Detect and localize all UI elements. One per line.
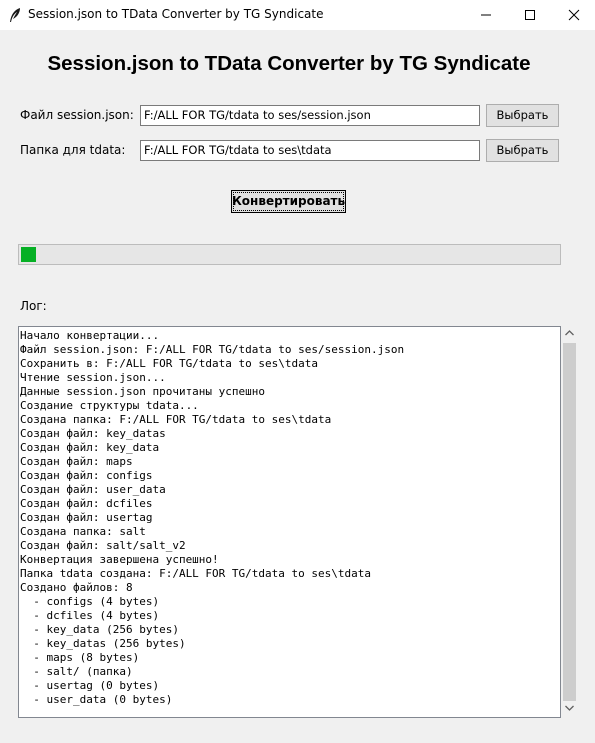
log-line: Создано файлов: 8 (20, 581, 133, 594)
log-line: Сохранить в: F:/ALL FOR TG/tdata to ses\… (20, 357, 319, 370)
scroll-down-icon[interactable] (565, 705, 574, 711)
log-scrollbar[interactable] (561, 326, 578, 718)
browse-tdata-button[interactable]: Выбрать (486, 139, 559, 162)
scrollbar-thumb[interactable] (563, 343, 576, 701)
feather-icon (8, 7, 22, 23)
log-line: Чтение session.json... (20, 371, 166, 384)
log-label: Лог: (20, 299, 47, 313)
log-line: Создан файл: usertag (20, 511, 153, 524)
maximize-icon (525, 10, 535, 20)
minimize-button[interactable] (463, 0, 509, 30)
log-line: Создан файл: maps (20, 455, 133, 468)
log-line: Создан файл: key_data (20, 441, 160, 454)
browse-session-button[interactable]: Выбрать (486, 104, 559, 127)
session-file-label: Файл session.json: (20, 108, 134, 122)
log-line: Создан файл: dcfiles (20, 497, 153, 510)
log-line: - usertag (0 bytes) (20, 679, 160, 692)
page-title: Session.json to TData Converter by TG Sy… (47, 52, 531, 75)
window-title: Session.json to TData Converter by TG Sy… (28, 7, 324, 21)
log-line: Папка tdata создана: F:/ALL FOR TG/tdata… (20, 567, 371, 580)
log-line: Данные session.json прочитаны успешно (20, 385, 266, 398)
scroll-up-icon[interactable] (565, 330, 574, 336)
log-line: Создана папка: salt (20, 525, 146, 538)
log-line: Файл session.json: F:/ALL FOR TG/tdata t… (20, 343, 405, 356)
tdata-folder-label: Папка для tdata: (20, 143, 126, 157)
log-line: Начало конвертации... (20, 329, 160, 342)
log-lines: Начало конвертации... Файл session.json: … (19, 327, 560, 707)
log-line: Создан файл: user_data (20, 483, 166, 496)
log-line: Создание структуры tdata... (20, 399, 199, 412)
log-line: - dcfiles (4 bytes) (20, 609, 160, 622)
log-line: - configs (4 bytes) (20, 595, 160, 608)
log-line: Создан файл: salt/salt_v2 (20, 539, 186, 552)
log-line: Создана папка: F:/ALL FOR TG/tdata to se… (20, 413, 332, 426)
minimize-icon (481, 14, 491, 16)
log-line: Создан файл: configs (20, 469, 153, 482)
log-line: - salt/ (папка) (20, 665, 133, 678)
progress-fill (21, 247, 37, 262)
log-line: - key_datas (256 bytes) (20, 637, 186, 650)
convert-button[interactable]: Конвертировать (231, 190, 346, 213)
log-line: - user_data (0 bytes) (20, 693, 173, 706)
log-line: - key_data (256 bytes) (20, 623, 179, 636)
log-textarea[interactable]: Начало конвертации... Файл session.json: … (18, 326, 561, 718)
close-button[interactable] (551, 0, 595, 30)
log-line: Создан файл: key_datas (20, 427, 166, 440)
close-icon (568, 9, 580, 21)
maximize-button[interactable] (507, 0, 553, 30)
log-line: Конвертация завершена успешно! (20, 553, 219, 566)
session-file-input[interactable]: F:/ALL FOR TG/tdata to ses/session.json (140, 105, 480, 126)
progress-bar (18, 244, 561, 265)
log-line: - maps (8 bytes) (20, 651, 140, 664)
title-bar[interactable]: Session.json to TData Converter by TG Sy… (0, 0, 595, 30)
tdata-folder-input[interactable]: F:/ALL FOR TG/tdata to ses\tdata (140, 140, 480, 161)
